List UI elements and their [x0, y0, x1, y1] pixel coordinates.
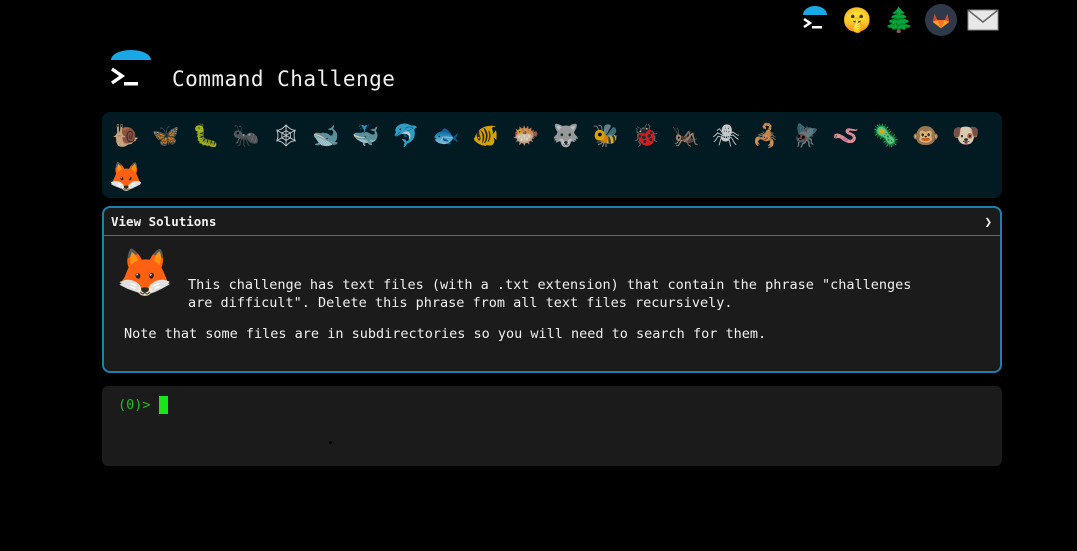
view-solutions-toggle[interactable]: View Solutions ❯ [104, 208, 1000, 236]
challenge-note: Note that some files are in subdirectori… [124, 326, 767, 342]
page-title: Command Challenge [172, 67, 396, 91]
fox-icon: 🦊 [116, 245, 174, 299]
worm-icon[interactable]: 🪱 [826, 116, 866, 156]
challenge-panel: View Solutions ❯ 🦊 This challenge has te… [102, 206, 1002, 373]
tree-icon[interactable]: 🌲 [883, 4, 915, 36]
terminal-icon[interactable] [799, 4, 831, 36]
mail-icon[interactable] [967, 4, 999, 36]
monkey-icon[interactable]: 🐵 [906, 116, 946, 156]
scorpion-icon[interactable]: 🦂 [746, 116, 786, 156]
spider-web-icon[interactable]: 🕸 [266, 116, 306, 156]
dog-icon[interactable]: 🐶 [946, 116, 986, 156]
chevron-right-icon: ❯ [984, 214, 992, 229]
panel-body: 🦊 This challenge has text files (with a … [104, 236, 1000, 348]
gitlab-icon[interactable] [925, 4, 957, 36]
whale-icon[interactable]: 🐋 [306, 116, 346, 156]
terminal-prompt: (0)> [118, 396, 168, 414]
challenge-description: This challenge has text files (with a .t… [188, 277, 912, 311]
decorative-dot [329, 441, 332, 444]
fish-icon[interactable]: 🐟 [426, 116, 466, 156]
ladybug-icon[interactable]: 🐞 [626, 116, 666, 156]
cricket-icon[interactable]: 🦗 [666, 116, 706, 156]
spider-icon[interactable]: 🕷 [706, 116, 746, 156]
spouting-whale-icon[interactable]: 🐳 [346, 116, 386, 156]
logo-icon[interactable] [108, 50, 154, 96]
bee-icon[interactable]: 🐝 [586, 116, 626, 156]
challenge-bar: 🐌 🦋 🐛 🐜 🕸 🐋 🐳 🐬 🐟 🐠 🐡 🐺 🐝 🐞 🦗 🕷 🦂 🪰 🪱 🦠 🐵 🐶 🦊 [102, 112, 1002, 198]
dolphin-icon[interactable]: 🐬 [386, 116, 426, 156]
prompt-label: (0)> [118, 397, 151, 413]
fly-icon[interactable]: 🪰 [786, 116, 826, 156]
microbe-icon[interactable]: 🦠 [866, 116, 906, 156]
shush-face-icon[interactable]: 🤫 [841, 4, 873, 36]
page: 🤫 🌲 Command Challenge 🐌 🦋 🐛 🐜 🕸 🐋 🐳 🐬 🐟 … [0, 0, 1077, 551]
fox-icon[interactable]: 🦊 [106, 156, 146, 196]
snail-icon[interactable]: 🐌 [106, 116, 146, 156]
header: Command Challenge [108, 50, 395, 96]
wolf-icon[interactable]: 🐺 [546, 116, 586, 156]
blowfish-icon[interactable]: 🐡 [506, 116, 546, 156]
terminal[interactable]: (0)> [102, 386, 1002, 466]
tropical-fish-icon[interactable]: 🐠 [466, 116, 506, 156]
caterpillar-icon[interactable]: 🐛 [186, 116, 226, 156]
butterfly-icon[interactable]: 🦋 [146, 116, 186, 156]
challenge-list: 🐌 🦋 🐛 🐜 🕸 🐋 🐳 🐬 🐟 🐠 🐡 🐺 🐝 🐞 🦗 🕷 🦂 🪰 🪱 🦠 🐵 🐶 🦊 [106, 116, 998, 196]
terminal-cursor [158, 396, 168, 414]
ant-icon[interactable]: 🐜 [226, 116, 266, 156]
top-icons: 🤫 🌲 [799, 4, 999, 36]
view-solutions-label: View Solutions [111, 214, 217, 229]
